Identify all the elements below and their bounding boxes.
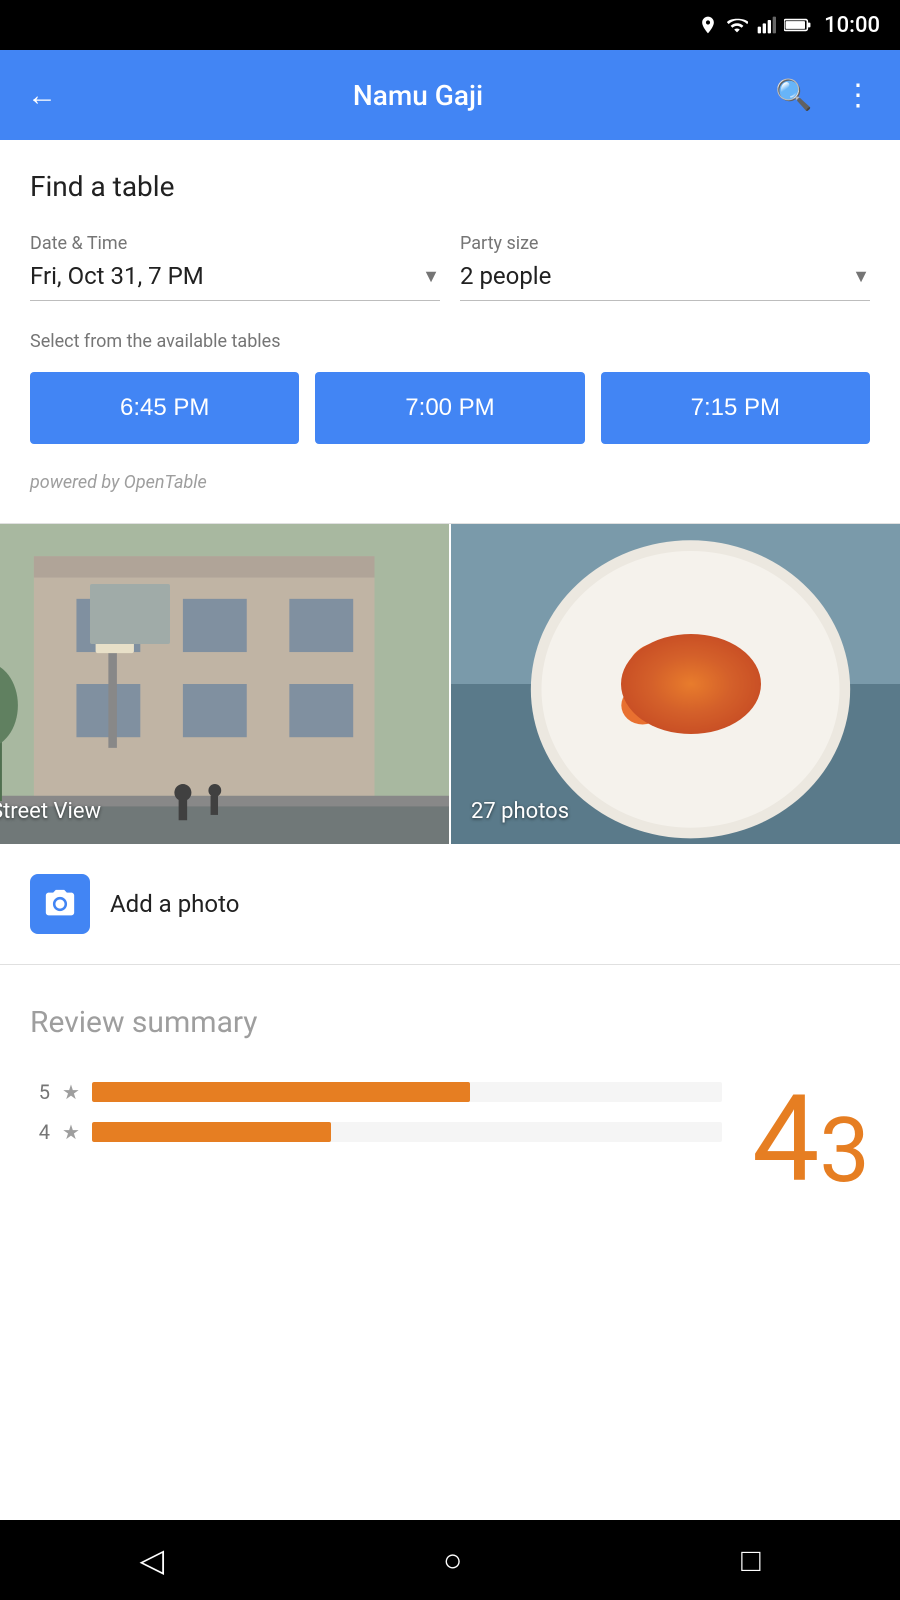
bar-4-track	[92, 1122, 722, 1142]
app-bar: ← Namu Gaji 🔍 ⋮	[0, 50, 900, 140]
photos-row: Street View	[0, 524, 900, 844]
rating-overview: 5 ★ 4 ★ 4 3	[30, 1080, 870, 1200]
big-rating-display: 4 3	[752, 1080, 870, 1200]
food-image	[451, 524, 900, 844]
bar-4-label: 4	[30, 1120, 50, 1144]
photos-count-label: 27 photos	[471, 799, 569, 824]
bar-4-star-icon: ★	[62, 1120, 80, 1144]
time-slots-row: 6:45 PM 7:00 PM 7:15 PM	[30, 372, 870, 444]
rating-whole: 4	[752, 1080, 819, 1200]
powered-by-label: powered by OpenTable	[30, 472, 870, 493]
nav-recent-button[interactable]: □	[741, 1541, 760, 1579]
location-icon	[698, 15, 718, 35]
main-content: Find a table Date & Time Fri, Oct 31, 7 …	[0, 140, 900, 493]
nav-back-button[interactable]: ◁	[139, 1541, 164, 1579]
bar-5-track	[92, 1082, 722, 1102]
camera-svg	[43, 887, 77, 921]
review-section: Review summary 5 ★ 4 ★ 4 3	[0, 965, 900, 1200]
battery-icon	[784, 15, 812, 35]
wifi-icon	[726, 14, 748, 36]
add-photo-label: Add a photo	[110, 890, 239, 918]
street-view-label: Street View	[0, 799, 101, 824]
bar-5-label: 5	[30, 1080, 50, 1104]
bar-4-fill	[92, 1122, 331, 1142]
time-slot-700[interactable]: 7:00 PM	[315, 372, 584, 444]
review-summary-heading: Review summary	[30, 1005, 870, 1040]
date-time-dropdown[interactable]: Fri, Oct 31, 7 PM ▼	[30, 262, 440, 301]
street-view-tile[interactable]: Street View	[0, 524, 451, 844]
party-size-arrow-icon: ▼	[852, 266, 870, 287]
party-size-value: 2 people	[460, 262, 551, 290]
back-button[interactable]: ←	[20, 78, 64, 113]
party-size-dropdown[interactable]: 2 people ▼	[460, 262, 870, 301]
bar-5-star-icon: ★	[62, 1080, 80, 1104]
date-time-arrow-icon: ▼	[422, 266, 440, 287]
nav-home-button[interactable]: ○	[443, 1541, 462, 1579]
date-time-value: Fri, Oct 31, 7 PM	[30, 262, 204, 290]
bar-5-fill	[92, 1082, 470, 1102]
signal-icon	[756, 15, 776, 35]
date-time-label: Date & Time	[30, 233, 440, 254]
food-scene-svg	[451, 524, 900, 844]
navigation-bar: ◁ ○ □	[0, 1520, 900, 1600]
camera-icon	[30, 874, 90, 934]
available-tables-label: Select from the available tables	[30, 331, 870, 352]
find-table-heading: Find a table	[30, 170, 870, 203]
time-slot-715[interactable]: 7:15 PM	[601, 372, 870, 444]
date-time-group: Date & Time Fri, Oct 31, 7 PM ▼	[30, 233, 440, 301]
party-size-label: Party size	[460, 233, 870, 254]
search-button[interactable]: 🔍	[772, 78, 816, 113]
time-slot-645[interactable]: 6:45 PM	[30, 372, 299, 444]
add-photo-row[interactable]: Add a photo	[0, 844, 900, 964]
selectors-row: Date & Time Fri, Oct 31, 7 PM ▼ Party si…	[30, 233, 870, 301]
status-bar: 10:00	[0, 0, 900, 50]
bar-row-4: 4 ★	[30, 1120, 722, 1144]
bars-column: 5 ★ 4 ★	[30, 1080, 722, 1160]
food-photos-tile[interactable]: 27 photos	[451, 524, 900, 844]
page-title: Namu Gaji	[84, 79, 752, 112]
party-size-group: Party size 2 people ▼	[460, 233, 870, 301]
status-icons	[698, 14, 812, 36]
bar-row-5: 5 ★	[30, 1080, 722, 1104]
more-menu-button[interactable]: ⋮	[836, 78, 880, 113]
rating-decimal: 3	[819, 1101, 870, 1200]
street-scene-svg	[0, 524, 449, 844]
status-time: 10:00	[824, 13, 880, 38]
street-view-image	[0, 524, 449, 844]
